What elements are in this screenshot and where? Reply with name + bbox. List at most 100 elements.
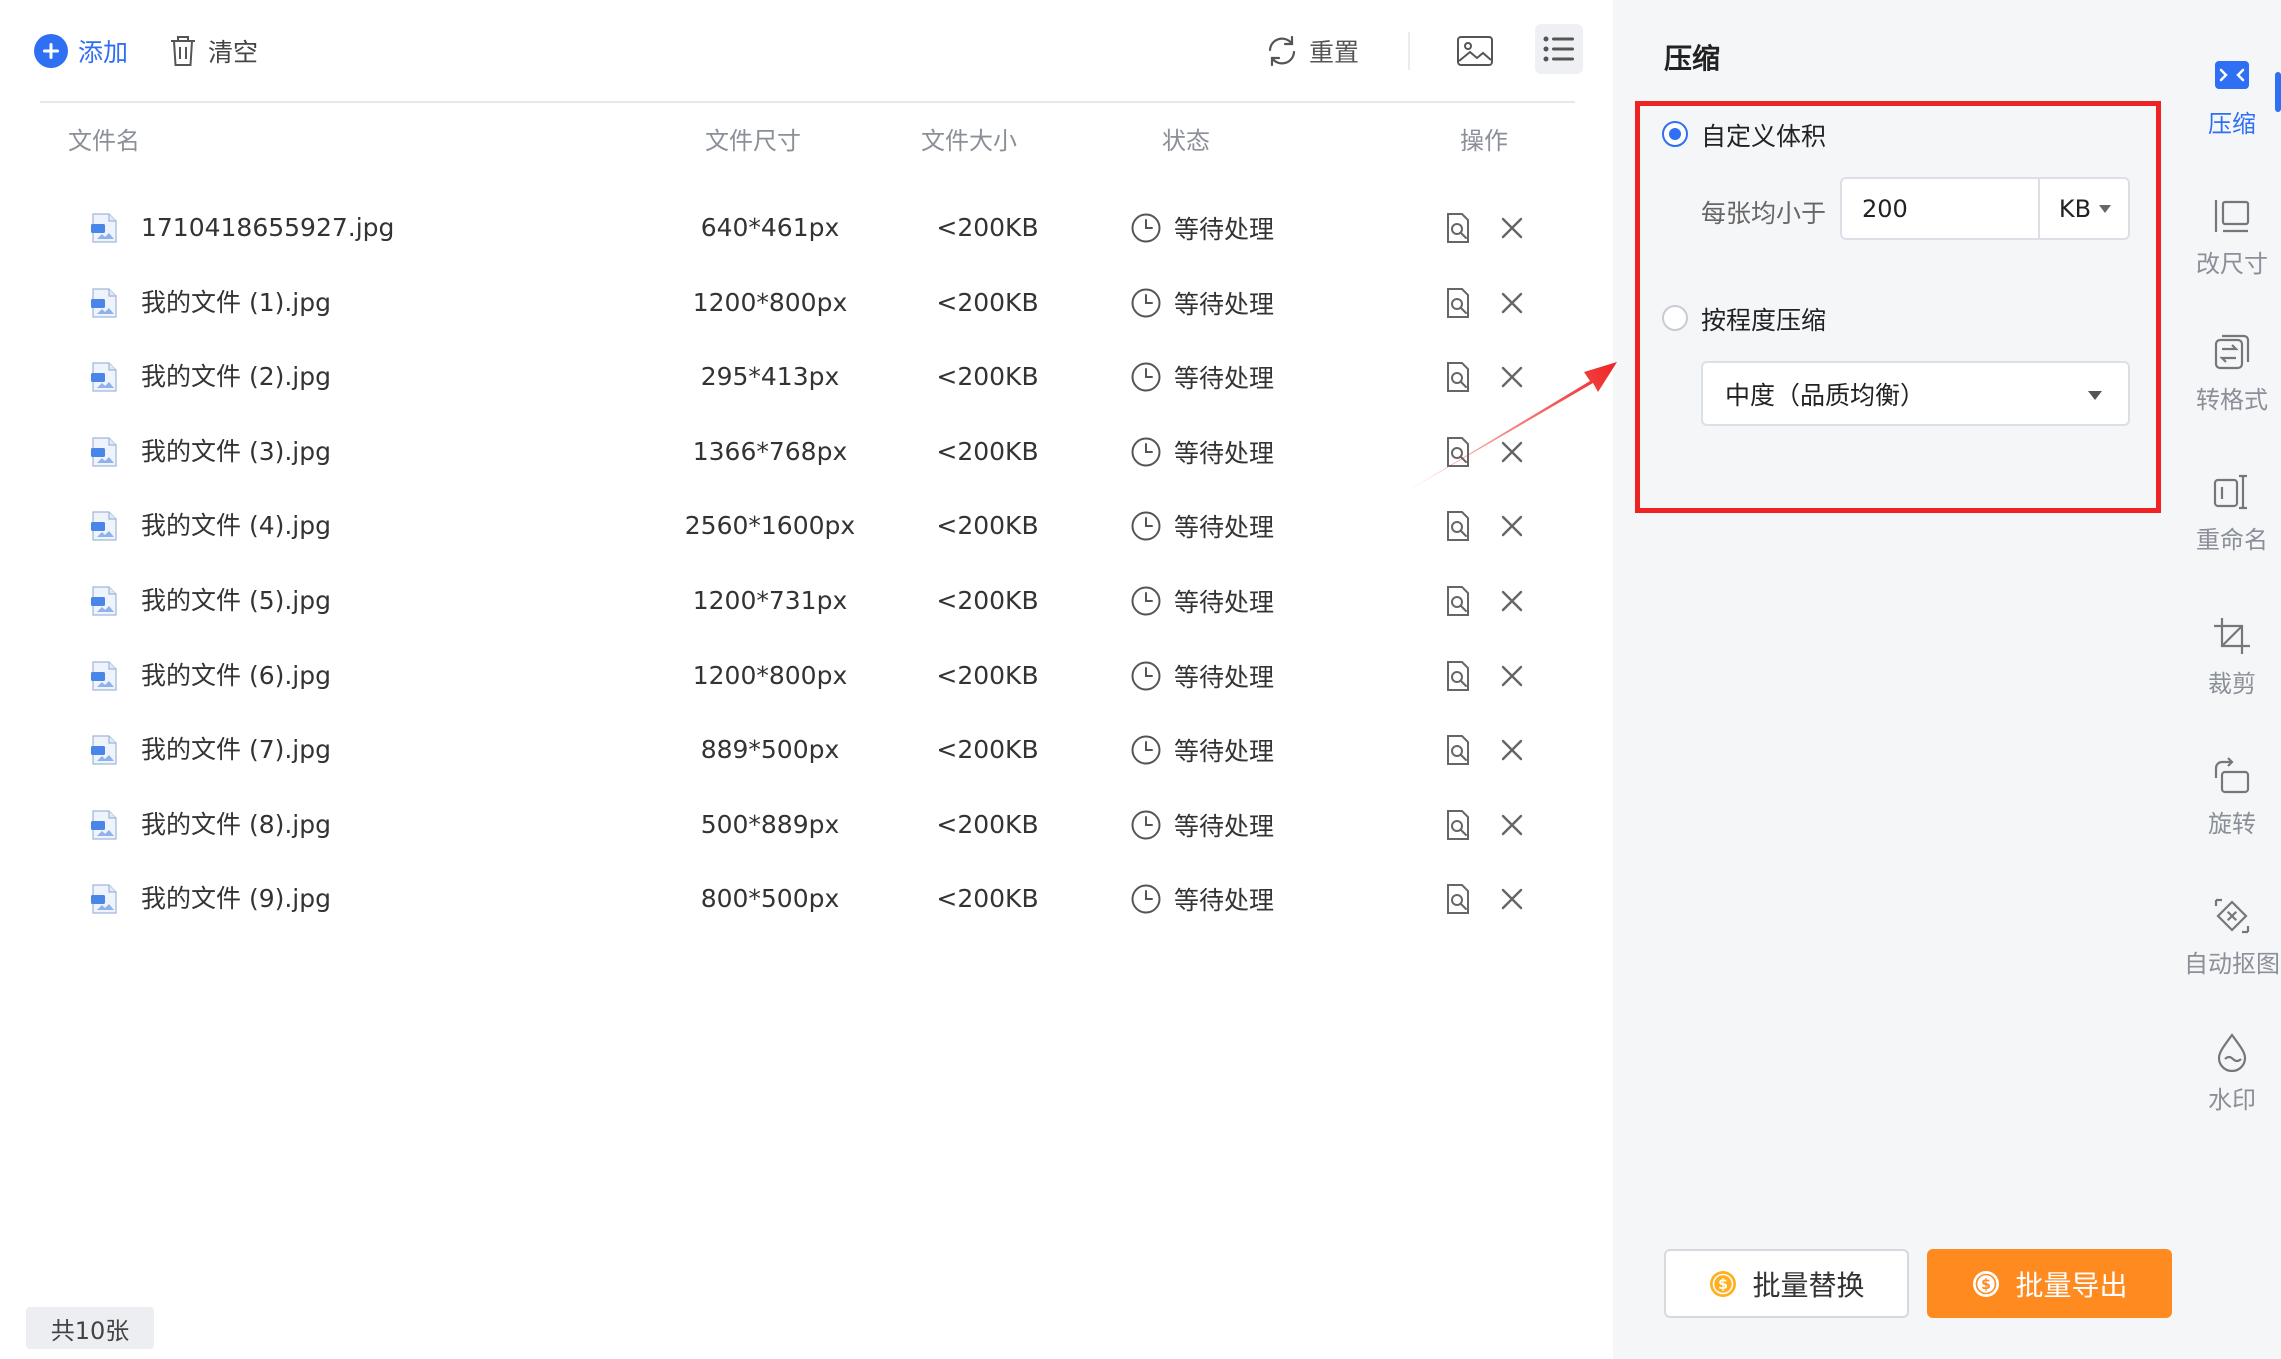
add-button[interactable]: 添加 — [34, 26, 128, 76]
compress-by-level-radio[interactable] — [1662, 305, 1688, 331]
file-size: <200KB — [936, 213, 1039, 242]
rail-item-rotate[interactable]: 旋转 — [2183, 756, 2281, 856]
clock-icon — [1131, 884, 1161, 914]
rail-item-resize[interactable]: 改尺寸 — [2183, 196, 2281, 296]
table-row: 我的文件 (2).jpg 295*413px <200KB 等待处理 — [0, 347, 1613, 407]
preview-icon[interactable] — [1442, 361, 1474, 393]
clock-icon — [1131, 586, 1161, 616]
file-name: 1710418655927.jpg — [141, 213, 395, 242]
remove-icon[interactable] — [1498, 587, 1526, 615]
preview-icon[interactable] — [1442, 287, 1474, 319]
remove-icon[interactable] — [1498, 214, 1526, 242]
file-status-text: 等待处理 — [1174, 663, 1275, 692]
reset-button-label: 重置 — [1309, 38, 1360, 67]
compression-level-select[interactable]: 中度（品质均衡） — [1701, 361, 2130, 426]
file-status: 等待处理 — [1130, 347, 1274, 407]
file-dimensions: 640*461px — [700, 213, 840, 242]
file-status: 等待处理 — [1130, 273, 1274, 333]
table-row: 我的文件 (8).jpg 500*889px <200KB 等待处理 — [0, 795, 1613, 855]
file-status-text: 等待处理 — [1174, 588, 1275, 617]
panel-title: 压缩 — [1664, 42, 1721, 75]
image-file-icon — [91, 511, 117, 541]
preview-icon[interactable] — [1442, 734, 1474, 766]
tool-rail: 压缩 改尺寸 转格式 重命名 裁剪 旋转 自动抠图 水印 — [2183, 0, 2281, 1359]
rail-item-rename[interactable]: 重命名 — [2183, 472, 2281, 572]
preview-icon[interactable] — [1442, 883, 1474, 915]
custom-size-radio[interactable] — [1662, 121, 1688, 147]
header-status: 状态 — [1162, 127, 1210, 155]
file-dimensions: 500*889px — [700, 810, 840, 839]
batch-export-button[interactable]: $ 批量导出 — [1927, 1249, 2172, 1318]
header-actions: 操作 — [1460, 127, 1508, 155]
remove-icon[interactable] — [1498, 811, 1526, 839]
target-size-input[interactable] — [1842, 179, 2038, 238]
toolbar-divider — [1408, 32, 1410, 70]
file-status-text: 等待处理 — [1174, 215, 1275, 244]
remove-icon[interactable] — [1498, 885, 1526, 913]
file-dimensions: 1366*768px — [692, 437, 848, 466]
rail-item-crop[interactable]: 裁剪 — [2183, 616, 2281, 716]
clock-icon — [1131, 288, 1161, 318]
file-status-text: 等待处理 — [1174, 364, 1275, 393]
preview-icon[interactable] — [1442, 660, 1474, 692]
batch-export-label: 批量导出 — [2015, 1268, 2128, 1302]
clock-icon — [1131, 511, 1161, 541]
file-status-text: 等待处理 — [1174, 737, 1275, 766]
preview-icon[interactable] — [1442, 510, 1474, 542]
rail-label-convert-format: 转格式 — [2196, 386, 2268, 414]
rail-label-resize: 改尺寸 — [2196, 250, 2268, 278]
list-view-button[interactable] — [1535, 24, 1583, 74]
preview-icon[interactable] — [1442, 809, 1474, 841]
rail-item-watermark[interactable]: 水印 — [2183, 1032, 2281, 1132]
custom-size-label[interactable]: 自定义体积 — [1701, 117, 1826, 153]
remove-icon[interactable] — [1498, 512, 1526, 540]
file-status-text: 等待处理 — [1174, 886, 1275, 915]
rail-item-convert-format[interactable]: 转格式 — [2183, 332, 2281, 432]
batch-replace-button[interactable]: $ 批量替换 — [1664, 1249, 1909, 1318]
remove-icon[interactable] — [1498, 662, 1526, 690]
file-status: 等待处理 — [1130, 795, 1274, 855]
clock-icon — [1131, 213, 1161, 243]
preview-icon[interactable] — [1442, 585, 1474, 617]
remove-icon[interactable] — [1498, 438, 1526, 466]
compress-by-level-label[interactable]: 按程度压缩 — [1701, 301, 1826, 337]
remove-icon[interactable] — [1498, 289, 1526, 317]
reset-button[interactable]: 重置 — [1265, 26, 1359, 76]
remove-icon[interactable] — [1498, 736, 1526, 764]
remove-icon[interactable] — [1498, 363, 1526, 391]
file-name: 我的文件 (4).jpg — [141, 511, 331, 540]
image-file-icon — [91, 437, 117, 467]
image-file-icon — [91, 735, 117, 765]
resize-icon — [2214, 200, 2250, 233]
rail-label-watermark: 水印 — [2208, 1086, 2256, 1114]
image-icon — [1457, 36, 1493, 66]
clock-icon — [1131, 810, 1161, 840]
rail-label-crop: 裁剪 — [2208, 670, 2256, 698]
convert-format-icon — [2214, 334, 2250, 370]
coin-icon: $ — [1710, 1270, 1737, 1297]
file-size: <200KB — [936, 586, 1039, 615]
file-size: <200KB — [936, 288, 1039, 317]
file-status: 等待处理 — [1130, 646, 1274, 706]
batch-replace-label: 批量替换 — [1752, 1268, 1865, 1302]
preview-icon[interactable] — [1442, 436, 1474, 468]
file-name: 我的文件 (9).jpg — [141, 884, 331, 913]
size-unit-select[interactable]: KB — [2038, 179, 2130, 238]
file-size: <200KB — [936, 511, 1039, 540]
file-size: <200KB — [936, 437, 1039, 466]
file-name: 我的文件 (8).jpg — [141, 810, 331, 839]
table-row: 我的文件 (3).jpg 1366*768px <200KB 等待处理 — [0, 422, 1613, 482]
header-file-dimensions: 文件尺寸 — [705, 127, 801, 155]
rotate-icon — [2214, 757, 2250, 794]
table-row: 我的文件 (4).jpg 2560*1600px <200KB 等待处理 — [0, 496, 1613, 556]
preview-icon[interactable] — [1442, 212, 1474, 244]
rail-item-auto-cutout[interactable]: 自动抠图 — [2183, 896, 2281, 996]
image-file-icon — [91, 213, 117, 243]
file-status: 等待处理 — [1130, 720, 1274, 780]
rail-item-compress[interactable]: 压缩 — [2183, 56, 2281, 156]
file-dimensions: 1200*800px — [692, 288, 848, 317]
image-view-button[interactable] — [1448, 26, 1502, 76]
clear-button[interactable]: 清空 — [168, 26, 258, 76]
file-dimensions: 295*413px — [700, 362, 840, 391]
rail-label-compress: 压缩 — [2208, 110, 2256, 138]
